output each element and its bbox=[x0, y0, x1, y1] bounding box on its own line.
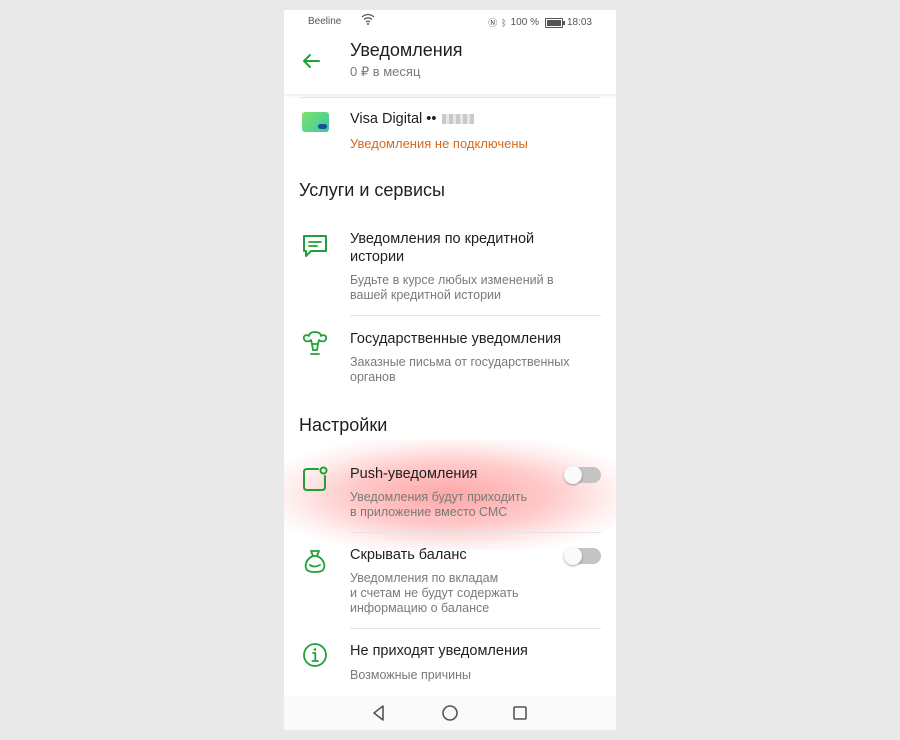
item-description-line: и счетам не будут содержать bbox=[350, 586, 519, 600]
status-bar: Beeline Ⓝ ᛒ 100 % 18:03 bbox=[284, 10, 616, 32]
phone-screen: Beeline Ⓝ ᛒ 100 % 18:03 Уведомления 0 ₽ … bbox=[284, 10, 616, 730]
bank-card-icon bbox=[302, 112, 329, 132]
item-title: Государственные уведомления bbox=[350, 331, 562, 347]
item-title: Уведомления по кредитной истории bbox=[350, 230, 534, 266]
divider bbox=[350, 628, 601, 629]
clock: 18:03 bbox=[566, 17, 592, 28]
push-notifications-toggle[interactable] bbox=[564, 466, 601, 484]
hide-balance-toggle[interactable] bbox=[564, 547, 601, 565]
card-name-text: Visa Digital •• bbox=[350, 111, 437, 127]
item-description-line: Уведомления будут приходить bbox=[350, 490, 528, 504]
divider bbox=[300, 97, 601, 98]
message-icon bbox=[303, 235, 327, 257]
section-heading-settings: Настройки bbox=[299, 415, 388, 435]
info-icon bbox=[303, 643, 327, 667]
item-title: Скрывать баланс bbox=[350, 547, 467, 563]
item-description: Заказные письма от государственных орган… bbox=[350, 355, 590, 385]
money-bag-icon bbox=[304, 550, 326, 573]
item-title: Не приходят уведомления bbox=[350, 643, 528, 659]
back-triangle-icon[interactable] bbox=[369, 703, 389, 723]
item-description-line: информацию о балансе bbox=[350, 601, 490, 615]
item-title-line: Уведомления по кредитной bbox=[350, 231, 535, 247]
item-description: Будьте в курсе любых изменений в вашей к… bbox=[350, 273, 590, 303]
wifi-icon bbox=[361, 13, 375, 25]
item-description: Уведомления по вкладам и счетам не будут… bbox=[350, 571, 590, 616]
divider bbox=[350, 315, 601, 316]
item-description-line: вашей кредитной истории bbox=[350, 288, 501, 302]
state-emblem-icon bbox=[302, 331, 328, 355]
divider bbox=[350, 532, 601, 533]
section-heading-services: Услуги и сервисы bbox=[299, 180, 445, 200]
battery-fill bbox=[546, 19, 561, 26]
item-title-line: истории bbox=[350, 249, 405, 265]
battery-icon bbox=[544, 17, 565, 28]
arrow-left-icon[interactable] bbox=[300, 50, 322, 72]
push-notification-icon bbox=[303, 466, 328, 491]
item-title: Push-уведомления bbox=[350, 466, 478, 482]
item-description: Уведомления будут приходить в приложение… bbox=[350, 490, 590, 520]
carrier-name: Beeline bbox=[308, 16, 342, 27]
item-description-line: Заказные письма от государственных bbox=[350, 355, 570, 369]
bluetooth-icon: ᛒ bbox=[501, 17, 507, 28]
nfc-icon: Ⓝ bbox=[488, 18, 498, 28]
recents-square-icon[interactable] bbox=[510, 703, 530, 723]
battery-percent: 100 % bbox=[510, 17, 539, 28]
item-description-line: Уведомления по вкладам bbox=[350, 571, 499, 585]
masked-card-number bbox=[442, 114, 475, 125]
card-name: Visa Digital •• bbox=[350, 110, 475, 128]
page-subtitle: 0 ₽ в месяц bbox=[350, 64, 421, 79]
page-title: Уведомления bbox=[350, 40, 463, 60]
system-nav-bar bbox=[284, 696, 616, 730]
card-status: Уведомления не подключены bbox=[350, 136, 528, 151]
home-circle-icon[interactable] bbox=[440, 703, 460, 723]
item-description-line: в приложение вместо СМС bbox=[350, 505, 508, 519]
app-bar: Уведомления 0 ₽ в месяц bbox=[284, 32, 616, 94]
item-description: Возможные причины bbox=[350, 668, 472, 682]
item-description-line: Будьте в курсе любых изменений в bbox=[350, 273, 554, 287]
item-description-line: органов bbox=[350, 370, 396, 384]
